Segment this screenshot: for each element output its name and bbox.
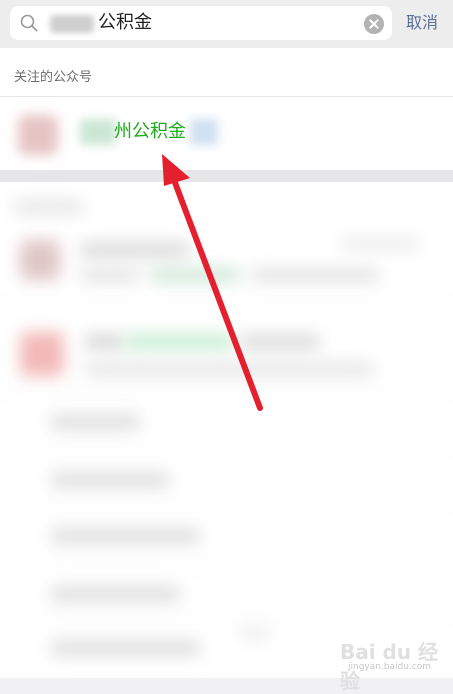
blurred-line [80,242,190,258]
watermark: Bai du 经验 jingyan.baidu.com [340,618,445,693]
section-title: 关注的公众号 [14,70,93,85]
search-input[interactable]: 公积金 [10,6,392,40]
result-account-name: 州公积金 [114,121,186,142]
blurred-line [124,334,234,350]
cancel-button[interactable]: 取消 [406,13,438,33]
search-query-text: 公积金 [98,12,152,33]
row-divider [40,504,453,506]
avatar [18,115,58,155]
row-divider [0,392,453,394]
blurred-line [150,268,240,282]
redacted-search-prefix [50,15,94,33]
blurred-line [84,334,124,350]
row-divider [0,302,453,304]
blurred-line [250,268,380,282]
search-icon [20,14,38,32]
blurred-line [50,586,180,602]
redacted-name-right [190,119,218,145]
section-gap [0,170,453,182]
blurred-line [50,472,170,488]
redacted-name-left [80,119,116,145]
blurred-line [240,334,320,350]
blurred-avatar [20,332,64,376]
blurred-line [50,414,140,430]
row-divider [40,448,453,450]
blurred-line [240,628,270,640]
blurred-line [84,362,374,376]
blurred-line [340,238,420,250]
blurred-line [50,640,200,656]
watermark-sub: jingyan.baidu.com [348,662,432,672]
blurred-line [50,528,200,544]
search-bar: 公积金 取消 [0,0,453,48]
official-account-result[interactable]: 州公积金 [0,97,453,170]
blurred-results-area [0,182,453,678]
blurred-header [14,200,84,214]
blurred-avatar [20,240,60,280]
clear-icon[interactable] [364,14,384,34]
blurred-line [80,268,140,282]
followed-accounts-section: 关注的公众号 州公积金 [0,48,453,170]
row-divider [40,562,453,564]
